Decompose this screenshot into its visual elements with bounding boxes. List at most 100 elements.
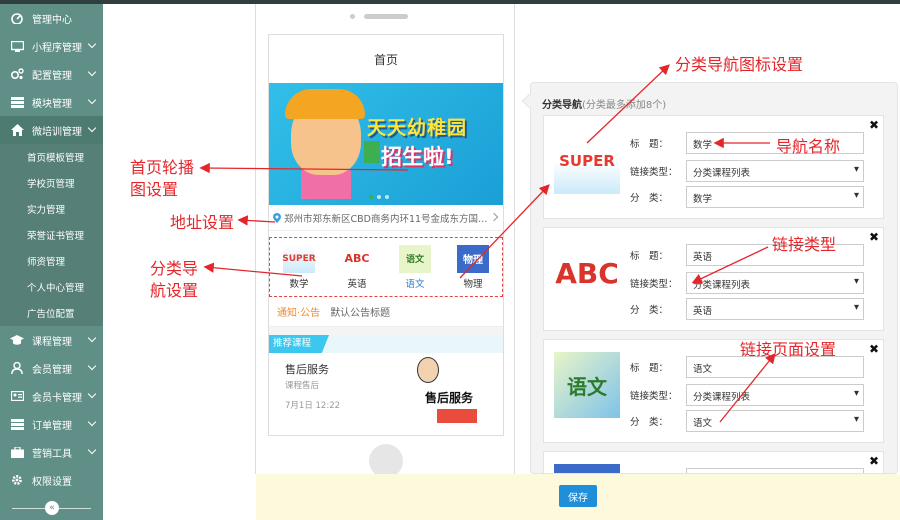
sidebar-subitem-ads[interactable]: 广告位配置 [0,300,103,326]
annotation-link-type: 链接类型 [772,235,837,254]
nav-label: 语文 [405,278,425,290]
annotation-nav-name: 导航名称 [776,137,841,156]
course-image-caption: 售后服务 [425,391,474,405]
sidebar-item-label: 模块管理 [32,98,72,110]
category-label: 分 类： [630,193,669,204]
sidebar-item-label: 课程管理 [32,336,72,348]
sidebar-item-orders[interactable]: 订单管理 [0,410,103,438]
sidebar-item-label: 营销工具 [32,448,72,460]
graduation-icon [10,334,24,346]
link-type-label: 链接类型： [630,279,678,290]
nav-thumbnail[interactable]: SUPER [554,128,620,194]
sidebar-collapse[interactable]: « [0,498,103,520]
sidebar-item-label: 小程序管理 [32,42,82,54]
chevron-down-icon [87,123,97,133]
link-type-select[interactable]: 分类课程列表 [686,160,864,182]
nav-item-physics[interactable]: 物理 物理 [457,244,489,290]
card-icon [10,390,24,402]
panel-subtitle: (分类最多添加8个) [582,100,667,111]
category-label: 分 类： [630,417,669,428]
chevron-down-icon [87,445,97,455]
link-type-label: 链接类型： [630,391,678,402]
banner-carousel[interactable]: 天天幼稚园 招生啦! [269,83,503,205]
page-title: 首页 [373,52,398,67]
link-type-select[interactable]: 分类课程列表 [686,272,864,294]
nav-item-math[interactable]: SUPER 数学 [282,244,316,290]
course-image-decor [437,409,477,423]
category-select[interactable]: 语文 [686,410,864,432]
category-label: 分 类： [630,305,669,316]
address-bar[interactable]: 郑州市郑东新区CBD商务内环11号金成东方国… [269,205,503,231]
sidebar-item-miniprogram[interactable]: 小程序管理 [0,32,103,60]
annotation-icon-setting: 分类导航图标设置 [675,55,804,74]
sidebar-item-label: 微培训管理 [32,126,82,138]
phone-home-button [369,444,403,478]
location-pin-icon [273,212,281,223]
nav-setting-card: ✖标 题：物理链接类型：分 类： [543,451,884,474]
annotation-banner-line2: 图设置 [130,180,179,199]
nav-label: 物理 [463,278,483,290]
sidebar-item-marketing[interactable]: 营销工具 [0,438,103,466]
math-icon: SUPER [282,244,316,273]
nav-label: 英语 [347,278,367,290]
link-type-select[interactable]: 分类课程列表 [686,384,864,406]
camera-dot [350,14,355,19]
sidebar-item-courses[interactable]: 课程管理 [0,326,103,354]
divider [255,4,256,474]
category-select[interactable]: 数学 [686,186,864,208]
course-item[interactable]: 售后服务 课程售后 7月1日 12:22 售后服务 [269,353,503,423]
category-nav: SUPER 数学 ABC 英语 语文 语文 物理 物理 [269,237,503,297]
close-icon[interactable]: ✖ [869,118,879,132]
nav-setting-card: SUPER✖标 题：数学链接类型：分类课程列表分 类：数学 [543,115,884,219]
spacer [269,327,503,335]
sidebar-item-member-cards[interactable]: 会员卡管理 [0,382,103,410]
nav-item-english[interactable]: ABC 英语 [341,245,373,290]
save-button[interactable]: 保存 [559,485,597,507]
close-icon[interactable]: ✖ [869,454,879,468]
notice-bar[interactable]: 通知·公告 默认公告标题 [269,297,503,327]
physics-icon: 物理 [457,244,489,273]
sidebar-item-members[interactable]: 会员管理 [0,354,103,382]
sidebar-item-permissions[interactable]: 权限设置 [0,466,103,494]
sidebar-item-training[interactable]: 微培训管理 [0,116,103,144]
abc-icon: ABC [344,252,370,265]
sidebar-subitem-teachers[interactable]: 师资管理 [0,248,103,274]
title-label: 标 题： [630,139,669,150]
sidebar-subitem-home-template[interactable]: 首页模板管理 [0,144,103,170]
annotation-banner-line1: 首页轮播 [130,158,195,177]
divider [514,4,515,474]
nav-thumbnail[interactable] [554,464,620,473]
sidebar-item-label: 订单管理 [32,420,72,432]
carousel-dots [369,195,389,199]
title-label: 标 题： [630,363,669,374]
sidebar-item-label: 管理中心 [32,14,72,26]
panel-title-text: 分类导航 [542,100,582,111]
dashboard-icon [10,12,24,24]
banner-subheadline: 招生啦! [381,145,454,169]
sidebar-subitem-honors[interactable]: 荣誉证书管理 [0,222,103,248]
nav-thumbnail[interactable]: ABC [554,240,620,306]
annotation-nav-line1: 分类导 [150,259,199,278]
sidebar-item-config[interactable]: 配置管理 [0,60,103,88]
chevron-down-icon [87,361,97,371]
chevron-down-icon [87,389,97,399]
gear-icon [10,474,24,486]
nav-item-chinese[interactable]: 语文 语文 [399,244,431,290]
sidebar-subitem-school-page[interactable]: 学校页管理 [0,170,103,196]
sidebar-subitem-strength[interactable]: 实力管理 [0,196,103,222]
sidebar-subitem-profile[interactable]: 个人中心管理 [0,274,103,300]
sidebar-item-dashboard[interactable]: 管理中心 [0,4,103,32]
user-icon [10,362,24,374]
banner-tag [364,141,380,163]
category-select[interactable]: 英语 [686,298,864,320]
chevron-down-icon [87,39,97,49]
annotation-address: 地址设置 [170,213,235,232]
sidebar-item-modules[interactable]: 模块管理 [0,88,103,116]
close-icon[interactable]: ✖ [869,230,879,244]
recommend-title: 推荐课程 [269,335,330,353]
nav-thumbnail[interactable]: 语文 [554,352,620,418]
close-icon[interactable]: ✖ [869,342,879,356]
chinese-icon: 语文 [399,244,431,273]
recommend-header: 推荐课程 [269,335,503,353]
collapse-icon[interactable]: « [45,501,59,515]
